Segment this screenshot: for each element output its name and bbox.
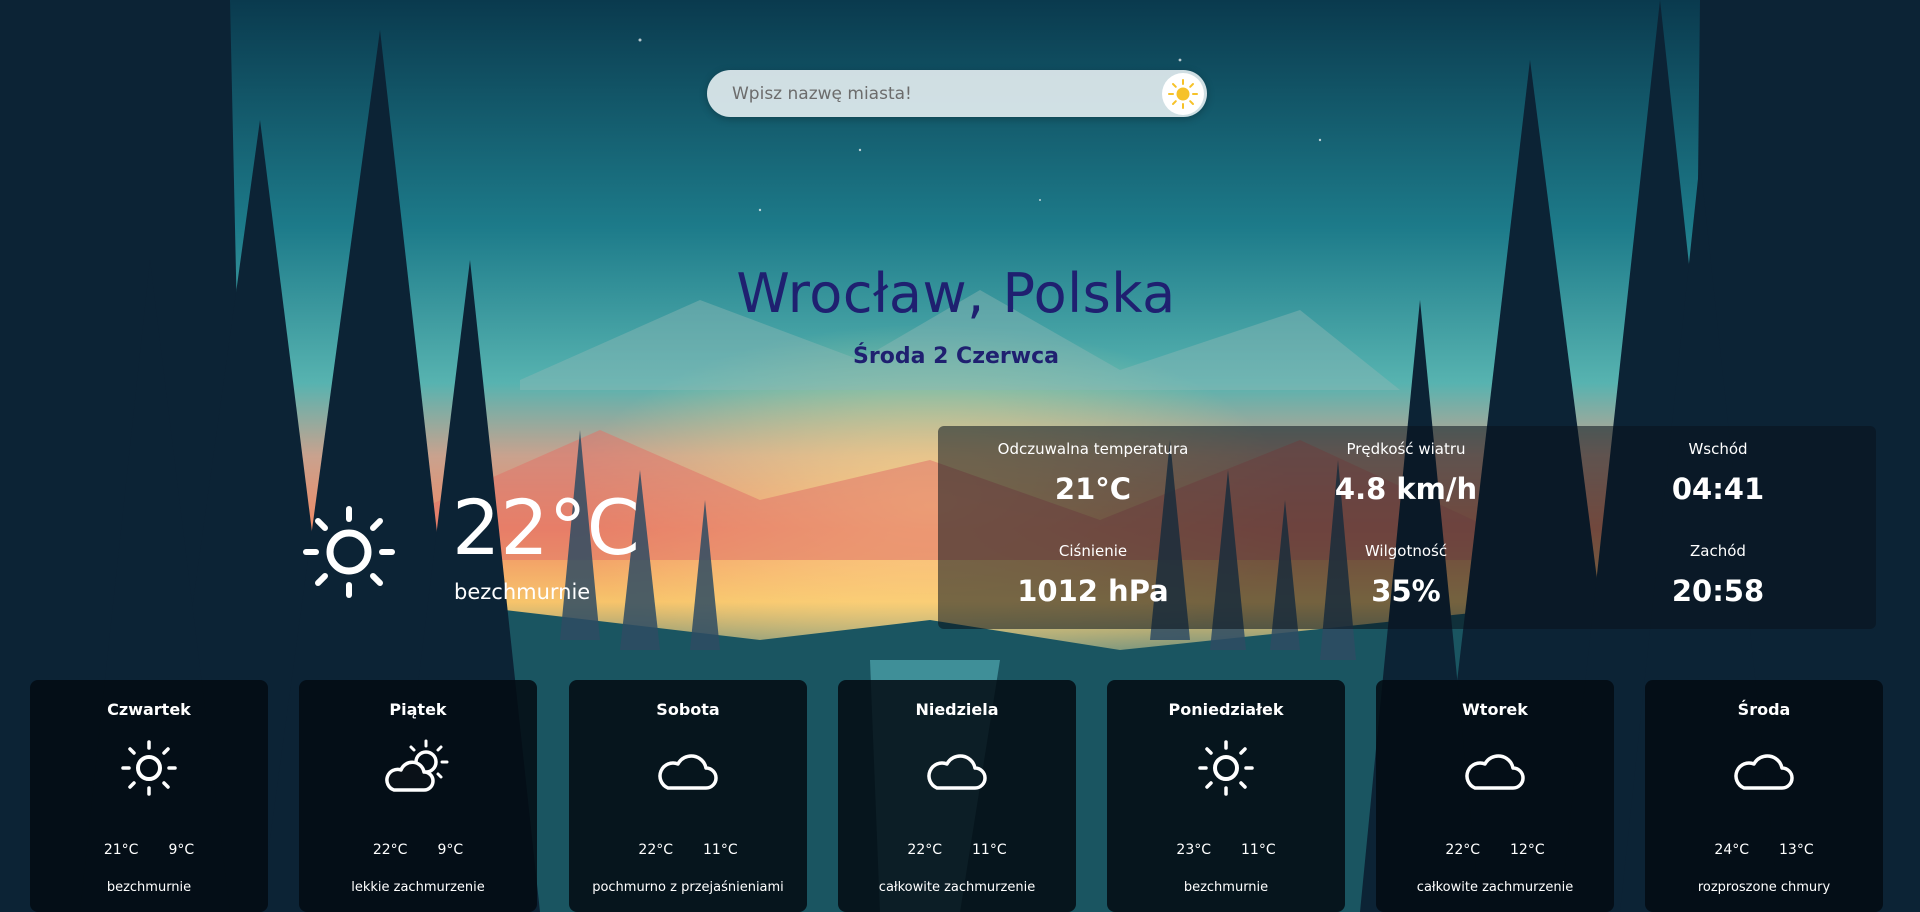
- forecast-description: lekkie zachmurzenie: [351, 880, 485, 895]
- cloud-icon: [927, 754, 987, 790]
- forecast-card: Sobota 22°C 11°C pochmurno z przejaśnien…: [569, 680, 807, 912]
- sunrise-label: Wschód: [1688, 440, 1748, 458]
- forecast-min-temp: 13°C: [1779, 842, 1814, 858]
- forecast-description: bezchmurnie: [1183, 880, 1269, 895]
- forecast-day: Wtorek: [1462, 700, 1528, 719]
- wind-speed: Prędkość wiatru 4.8 km/h: [1256, 440, 1556, 506]
- search-button[interactable]: [1162, 72, 1204, 115]
- forecast-min-temp: 12°C: [1510, 842, 1545, 858]
- sun-icon: [1198, 740, 1254, 796]
- forecast-max-temp: 24°C: [1714, 842, 1749, 858]
- wind-speed-label: Prędkość wiatru: [1346, 440, 1466, 458]
- humidity: Wilgotność 35%: [1256, 542, 1556, 608]
- sun-search-icon: [1168, 78, 1198, 109]
- pressure: Ciśnienie 1012 hPa: [943, 542, 1243, 608]
- feels-like-value: 21°C: [1054, 472, 1132, 506]
- pressure-label: Ciśnienie: [1058, 542, 1128, 560]
- current-description: bezchmurnie: [454, 580, 591, 604]
- weather-details-panel: Odczuwalna temperatura 21°C Prędkość wia…: [938, 426, 1876, 629]
- date-label: Środa 2 Czerwca: [853, 344, 1059, 369]
- forecast-min-temp: 9°C: [437, 842, 464, 858]
- forecast-max-temp: 21°C: [103, 842, 139, 858]
- forecast-day: Środa: [1737, 700, 1791, 719]
- forecast-max-temp: 22°C: [638, 842, 673, 858]
- forecast-description: rozproszone chmury: [1697, 880, 1831, 895]
- current-weather: [302, 505, 396, 603]
- forecast-card: Poniedziałek 23°C 11°C bezchmurnie: [1107, 680, 1345, 912]
- current-temperature: 22°C: [452, 483, 640, 572]
- forecast-day: Niedziela: [915, 700, 999, 719]
- forecast-max-temp: 22°C: [372, 842, 408, 858]
- wind-speed-value: 4.8 km/h: [1334, 472, 1478, 506]
- humidity-label: Wilgotność: [1364, 542, 1448, 560]
- forecast-max-temp: 23°C: [1176, 842, 1211, 858]
- forecast-min-temp: 11°C: [972, 842, 1007, 858]
- forecast-day: Poniedziałek: [1168, 700, 1284, 719]
- sun-icon: [303, 506, 395, 598]
- forecast-max-temp: 22°C: [907, 842, 942, 858]
- forecast-day: Sobota: [656, 700, 720, 719]
- sunset-label: Zachód: [1690, 542, 1746, 560]
- city-title: Wrocław, Polska: [736, 262, 1176, 325]
- partly-cloudy-icon: [385, 739, 449, 792]
- forecast-card: Niedziela 22°C 11°C całkowite zachmurzen…: [838, 680, 1076, 912]
- search-bar: [707, 70, 1207, 117]
- cloud-icon: [1465, 754, 1525, 790]
- forecast-description: pochmurno z przejaśnieniami: [592, 880, 784, 895]
- humidity-value: 35%: [1371, 574, 1441, 608]
- forecast-min-temp: 11°C: [703, 842, 738, 858]
- forecast-day: Piątek: [389, 700, 447, 719]
- sunset: Zachód 20:58: [1568, 542, 1868, 608]
- forecast-max-temp: 22°C: [1445, 842, 1480, 858]
- forecast-card: Wtorek 22°C 12°C całkowite zachmurzenie: [1376, 680, 1614, 912]
- forecast-description: całkowite zachmurzenie: [1416, 880, 1574, 895]
- pressure-value: 1012 hPa: [1017, 574, 1169, 608]
- city-search-input[interactable]: [707, 70, 1162, 117]
- forecast-card: Czwartek 21°C 9°C bezchmurnie: [30, 680, 268, 912]
- sunset-value: 20:58: [1671, 574, 1765, 608]
- forecast-min-temp: 11°C: [1241, 842, 1276, 858]
- forecast-card: Piątek 22°C 9°C lekkie zachmurzenie: [299, 680, 537, 912]
- sun-icon: [121, 740, 177, 796]
- feels-like-label: Odczuwalna temperatura: [997, 440, 1189, 458]
- forecast-description: całkowite zachmurzenie: [878, 880, 1036, 895]
- forecast-description: bezchmurnie: [106, 880, 192, 895]
- cloud-icon: [1734, 754, 1794, 790]
- sunrise-value: 04:41: [1671, 472, 1765, 506]
- sunrise: Wschód 04:41: [1568, 440, 1868, 506]
- cloud-icon: [658, 754, 718, 790]
- forecast-day: Czwartek: [107, 700, 191, 719]
- feels-like: Odczuwalna temperatura 21°C: [943, 440, 1243, 506]
- forecast-min-temp: 9°C: [168, 842, 195, 858]
- forecast-card: Środa 24°C 13°C rozproszone chmury: [1645, 680, 1883, 912]
